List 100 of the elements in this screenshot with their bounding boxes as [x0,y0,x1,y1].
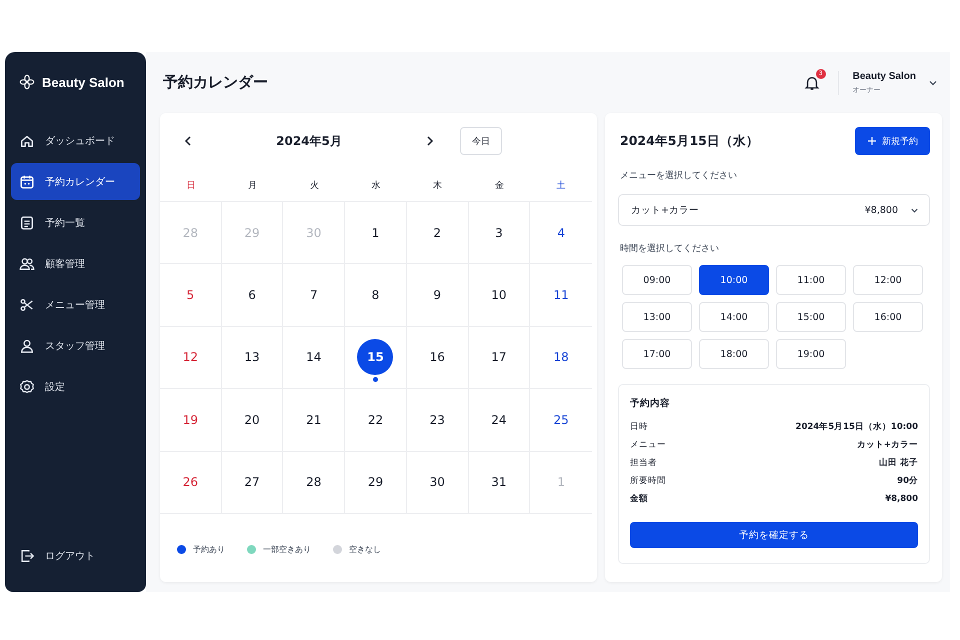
confirm-button[interactable]: 予約を確定する [630,522,918,548]
summary-label: メニュー [630,439,666,451]
time-slot-button[interactable]: 10:00 [699,265,769,295]
summary-value: カット+カラー [856,439,918,451]
sidebar-item[interactable]: スタッフ管理 [11,327,140,364]
weekday-label: 月 [247,180,258,192]
calendar-day[interactable]: 24 [468,389,530,452]
summary-value: ¥8,800 [885,494,918,504]
day-number: 28 [182,226,198,240]
day-number: 3 [495,226,503,240]
calendar-day[interactable]: 1 [345,202,407,264]
sidebar-item[interactable]: 予約カレンダー [11,163,140,200]
day-number: 29 [368,475,384,490]
day-number: 11 [554,288,569,302]
time-slot-button[interactable]: 11:00 [776,265,846,295]
weekday-label: 木 [432,180,444,192]
new-booking-button[interactable]: 新規予約 [855,127,930,155]
calendar-day[interactable]: 6 [222,264,284,327]
day-number: 26 [182,475,198,490]
calendar-day[interactable]: 17 [468,326,530,390]
day-number: 28 [306,475,322,490]
calendar-day[interactable]: 31 [468,452,530,514]
time-slot-button[interactable]: 13:00 [622,302,692,332]
sidebar-item[interactable]: 予約一覧 [11,204,140,241]
calendar-day[interactable]: 18 [530,326,592,390]
day-number: 7 [310,288,318,302]
calendar-day[interactable]: 7 [283,264,346,327]
menu-label: メニューを選択してください [620,170,738,182]
calendar-day[interactable]: 29 [345,452,407,514]
gear-icon [19,378,35,394]
menu-select[interactable]: カット+カラー ¥8,800 [618,194,930,226]
calendar-day[interactable]: 19 [160,389,222,452]
flower-logo-icon [19,74,35,90]
day-number: 8 [372,288,380,302]
calendar-day[interactable]: 26 [160,452,222,514]
calendar-day[interactable]: 23 [406,389,469,452]
legend-label: 一部空きあり [263,544,311,555]
calendar-day[interactable]: 11 [530,264,592,327]
day-number: 22 [368,412,384,427]
legend-label: 予約あり [193,544,225,555]
calendar-day[interactable]: 16 [406,326,469,390]
calendar-day[interactable]: 8 [345,264,407,327]
logout-button[interactable]: ログアウト [11,537,140,574]
day-number: 16 [430,350,445,364]
day-number: 23 [430,412,445,427]
calendar-day[interactable]: 5 [160,264,222,327]
time-slot-button[interactable]: 18:00 [699,339,769,369]
sidebar-item[interactable]: メニュー管理 [11,286,140,323]
day-number: 30 [430,475,445,490]
calendar-day[interactable]: 21 [283,389,346,452]
day-number: 9 [433,288,442,302]
calendar-day[interactable]: 27 [222,452,284,514]
time-label: 時間を選択してください [620,242,720,255]
weekday-label: 火 [308,180,320,192]
calendar-day[interactable]: 12 [160,326,222,390]
day-number: 6 [248,288,256,302]
time-slot-button[interactable]: 14:00 [699,302,769,332]
day-number: 15 [357,339,394,376]
weekday-label: 水 [370,180,382,192]
user-name: Beauty Salon [852,70,916,82]
day-number: 2 [433,226,442,240]
day-number: 25 [554,412,569,427]
time-slot-button[interactable]: 09:00 [622,265,692,295]
calendar-day[interactable]: 28 [283,452,346,514]
calendar-day[interactable]: 2 [406,202,469,264]
calendar-day[interactable]: 20 [222,389,284,452]
list-icon [19,214,35,230]
calendar-day[interactable]: 10 [468,264,530,327]
time-slot-button[interactable]: 17:00 [622,339,692,369]
summary-value: 山田 花子 [879,457,918,469]
calendar-icon [19,174,35,190]
calendar-day[interactable]: 13 [222,326,284,390]
summary-label: 金額 [630,493,648,505]
time-slot-button[interactable]: 12:00 [853,265,923,295]
summary-label: 日時 [630,421,648,433]
time-slot-button[interactable]: 15:00 [776,302,846,332]
sidebar-item[interactable]: 設定 [11,368,140,405]
calendar-day[interactable]: 25 [530,389,592,452]
sidebar-item[interactable]: ダッシュボード [11,122,140,159]
today-button[interactable]: 今日 [460,127,502,155]
summary-title: 予約内容 [630,397,671,410]
calendar-day[interactable]: 15 [345,326,407,390]
calendar-day[interactable]: 22 [345,389,407,452]
sidebar-item[interactable]: 顧客管理 [11,245,140,282]
day-number: 14 [306,350,322,364]
calendar-day[interactable]: 3 [468,202,530,264]
selected-date: 2024年5月15日（水） [620,132,759,150]
month-title: 2024年5月 [275,132,343,150]
day-number: 19 [182,412,198,427]
calendar-day[interactable]: 14 [283,326,346,390]
calendar-day[interactable]: 30 [406,452,469,514]
logout-icon [19,548,35,564]
day-number: 1 [557,475,565,490]
calendar-day[interactable]: 4 [530,202,592,264]
bell-icon[interactable] [804,74,820,90]
brand-name: Beauty Salon [42,74,124,90]
summary-value: 2024年5月15日（水）10:00 [796,421,918,433]
calendar-day[interactable]: 9 [406,264,469,327]
time-slot-button[interactable]: 16:00 [853,302,923,332]
time-slot-button[interactable]: 19:00 [776,339,846,369]
